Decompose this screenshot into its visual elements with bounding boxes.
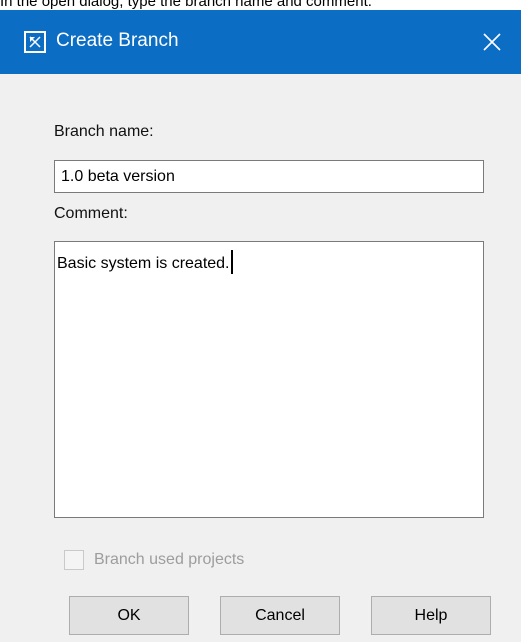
create-branch-dialog: Create Branch Branch name: 1.0 beta vers… — [0, 10, 521, 642]
instruction-caption: In the open dialog, type the branch name… — [0, 0, 372, 10]
text-caret — [230, 250, 233, 274]
help-button[interactable]: Help — [371, 596, 491, 635]
branch-name-label: Branch name: — [54, 123, 154, 140]
comment-label: Comment: — [54, 205, 128, 222]
close-button[interactable] — [463, 10, 521, 74]
close-icon — [483, 33, 501, 51]
ok-button[interactable]: OK — [69, 596, 189, 635]
branch-used-projects-option: Branch used projects — [64, 548, 244, 572]
cancel-button[interactable]: Cancel — [220, 596, 340, 635]
branch-used-projects-label: Branch used projects — [94, 551, 245, 568]
comment-text: Basic system is created. — [57, 255, 230, 272]
dialog-title: Create Branch — [56, 30, 179, 51]
comment-textarea[interactable]: Basic system is created. — [54, 241, 484, 518]
branch-name-input[interactable]: 1.0 beta version — [54, 160, 484, 193]
branch-used-projects-checkbox[interactable] — [64, 550, 84, 570]
title-bar: Create Branch — [0, 10, 521, 74]
diagram-window-icon — [24, 31, 46, 53]
